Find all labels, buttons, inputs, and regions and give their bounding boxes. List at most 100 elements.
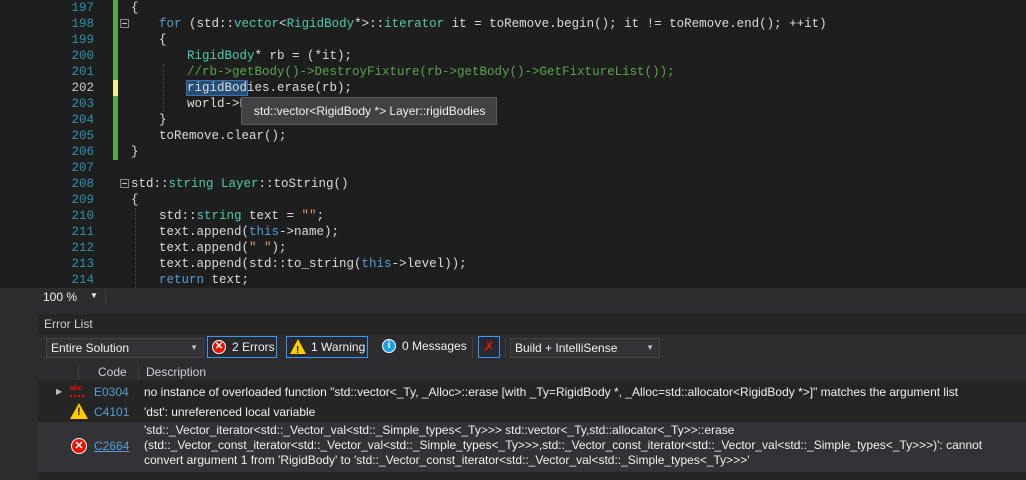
code-editor[interactable]: 197 198 199 200 201 202 203 204 205 206 … <box>0 0 1026 288</box>
editor-status-row: 100 % ▼ <box>38 288 1026 306</box>
error-list-toolbar: Entire Solution ▼ ✕ 2 Errors ! 1 Warning… <box>38 334 1026 364</box>
warning-code-link[interactable]: C4101 <box>94 405 129 419</box>
code-line: //rb->getBody()->DestroyFixture(rb->getB… <box>187 64 675 80</box>
code-token: this <box>361 257 392 271</box>
line-number: 205 <box>71 129 94 143</box>
code-line: text.append(std::to_string(this->level))… <box>159 256 467 272</box>
code-token: ies.erase(rb); <box>247 81 353 95</box>
scope-dropdown[interactable]: Entire Solution ▼ <box>46 338 204 358</box>
line-number: 212 <box>71 241 94 255</box>
spellcheck-abc-icon: abc <box>70 385 85 397</box>
error-row-selected[interactable]: ✕ C2664 'std::_Vector_iterator<std::_Vec… <box>38 422 1026 472</box>
code-token: } <box>131 145 139 159</box>
code-token: std:: <box>159 209 197 223</box>
code-token: < <box>279 17 287 31</box>
line-number: 203 <box>71 97 94 111</box>
code-line: for (std::vector<RigidBody*>::iterator i… <box>159 16 827 32</box>
tooltip-popup: std::vector<RigidBody *> Layer::rigidBod… <box>241 97 497 125</box>
info-icon: i <box>382 339 396 353</box>
error-code-link[interactable]: C2664 <box>94 439 129 453</box>
code-token: ; <box>316 209 325 223</box>
messages-filter-button[interactable]: i 0 Messages <box>378 336 470 358</box>
error-code-link[interactable]: E0304 <box>94 385 129 399</box>
code-token: text = <box>241 209 302 223</box>
messages-filter-label: 0 Messages <box>402 339 467 353</box>
warning-icon: ! <box>290 339 306 356</box>
line-number: 204 <box>71 113 94 127</box>
code-token: ); <box>271 241 287 255</box>
line-number: 214 <box>71 273 94 287</box>
line-number: 201 <box>71 65 94 79</box>
code-token: string <box>196 209 242 223</box>
warnings-filter-button[interactable]: ! 1 Warning <box>286 336 368 358</box>
code-token: text; <box>204 273 250 287</box>
line-number: 198 <box>71 17 94 31</box>
code-token: string <box>168 177 214 191</box>
code-token: toRemove.clear(); <box>159 129 287 143</box>
warnings-filter-label: 1 Warning <box>311 340 366 354</box>
line-number: 200 <box>71 49 94 63</box>
code-line: toRemove.clear(); <box>159 128 287 144</box>
code-line: } <box>159 112 167 128</box>
code-line: return text; <box>159 272 249 288</box>
code-line: std::string text = ""; <box>159 208 324 224</box>
code-token: text.append( <box>159 225 250 239</box>
line-number: 213 <box>71 257 94 271</box>
code-token: iterator <box>384 17 445 31</box>
code-line: } <box>131 144 139 160</box>
dropdown-chevron-icon: ▼ <box>646 343 654 352</box>
code-text-area[interactable]: { for (std::vector<RigidBody*>::iterator… <box>131 0 1026 288</box>
code-line: text.append(this->name); <box>159 224 339 240</box>
code-token: ::toString() <box>258 177 349 191</box>
code-string: " " <box>249 241 272 255</box>
line-number: 199 <box>71 33 94 47</box>
column-header-code[interactable]: Code <box>98 364 127 380</box>
divider <box>505 338 506 358</box>
selected-identifier[interactable]: rigidBod <box>185 80 249 96</box>
divider <box>138 364 139 380</box>
build-source-value: Build + IntelliSense <box>515 341 618 355</box>
error-row[interactable]: ▶ abc E0304 no instance of overloaded fu… <box>38 384 1026 401</box>
line-number-gutter: 197 198 199 200 201 202 203 204 205 206 … <box>38 0 106 288</box>
code-token: return <box>159 273 205 287</box>
expand-arrow-icon[interactable]: ▶ <box>56 387 62 396</box>
code-line: { <box>159 32 167 48</box>
code-token: text.append( <box>159 241 250 255</box>
code-comment: //rb->getBody()->DestroyFixture(rb->getB… <box>187 65 675 79</box>
line-number: 208 <box>71 177 94 191</box>
code-token: ->level)); <box>391 257 467 271</box>
code-token: vector <box>234 17 280 31</box>
code-line: { <box>131 192 139 208</box>
error-description: no instance of overloaded function "std:… <box>144 385 959 399</box>
code-line: { <box>131 0 139 16</box>
line-number: 206 <box>71 145 94 159</box>
code-token: world->D <box>187 97 248 111</box>
collapse-icon[interactable] <box>120 179 129 188</box>
divider <box>105 289 106 305</box>
code-token: * rb = (*it); <box>254 49 353 63</box>
code-token: ->name); <box>279 225 340 239</box>
code-token: text.append(std::to_string( <box>159 257 362 271</box>
errors-filter-button[interactable]: ✕ 2 Errors <box>207 336 277 358</box>
code-line: std::string Layer::toString() <box>131 176 349 192</box>
code-token: { <box>131 193 139 207</box>
zoom-level[interactable]: 100 % <box>43 290 77 304</box>
code-token: std:: <box>131 177 169 191</box>
zoom-chevron-icon[interactable]: ▼ <box>90 291 98 300</box>
code-token: Layer <box>213 177 259 191</box>
collapse-icon[interactable] <box>120 19 129 28</box>
panel-title: Error List <box>44 317 93 331</box>
error-icon: ✕ <box>212 340 226 354</box>
line-number: 210 <box>71 209 94 223</box>
code-line-current: rigidBodies.erase(rb); <box>185 80 353 96</box>
build-source-dropdown[interactable]: Build + IntelliSense ▼ <box>510 338 660 358</box>
clear-filter-icon[interactable]: ✗ <box>478 336 500 358</box>
column-header-description[interactable]: Description <box>146 364 206 380</box>
line-number: 211 <box>71 225 94 239</box>
error-description: 'std::_Vector_iterator<std::_Vector_val<… <box>144 423 983 467</box>
code-token: RigidBody <box>286 17 355 31</box>
code-token: RigidBody <box>187 49 255 63</box>
divider <box>472 338 473 358</box>
code-token: for <box>159 17 182 31</box>
warning-row[interactable]: ! C4101 'dst': unreferenced local variab… <box>38 402 1026 420</box>
